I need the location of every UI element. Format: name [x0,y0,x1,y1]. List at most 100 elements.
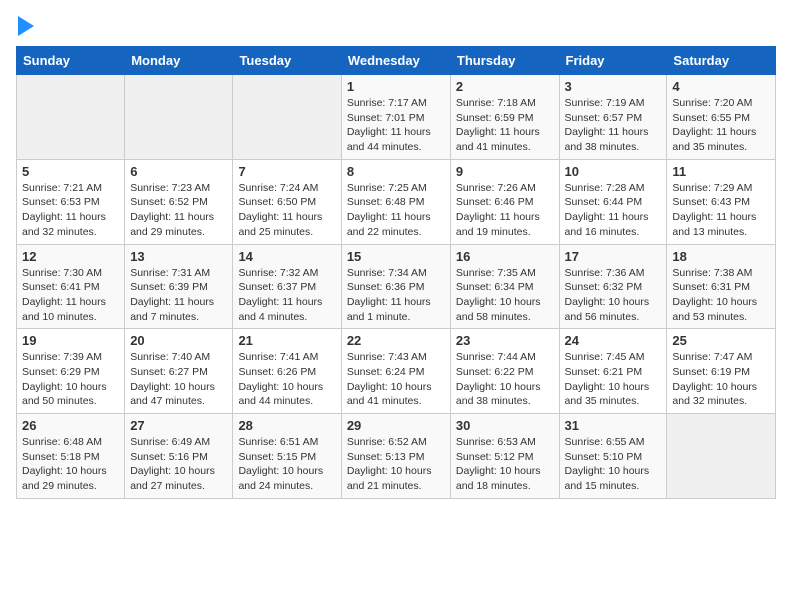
calendar-cell: 2Sunrise: 7:18 AM Sunset: 6:59 PM Daylig… [450,75,559,160]
calendar-cell: 10 Sunrise: 7:28 AM Sunset: 6:44 PM Dayli… [559,159,667,244]
day-info: Sunrise: 7:23 AM Sunset: 6:52 PM Dayligh… [130,181,227,240]
day-number: 7 [238,164,335,179]
day-number: 22 [347,333,445,348]
calendar-cell: 24 Sunrise: 7:45 AM Sunset: 6:21 PM Dayli… [559,329,667,414]
day-number: 10 [565,164,662,179]
calendar-cell: 20 Sunrise: 7:40 AM Sunset: 6:27 PM Dayli… [125,329,233,414]
day-info: Sunrise: 7:35 AM Sunset: 6:34 PM Dayligh… [456,266,554,325]
calendar-cell [667,414,776,499]
calendar-cell: 26 Sunrise: 6:48 AM Sunset: 5:18 PM Dayli… [17,414,125,499]
day-number: 27 [130,418,227,433]
day-info: Sunrise: 7:28 AM Sunset: 6:44 PM Dayligh… [565,181,662,240]
day-info: Sunrise: 7:45 AM Sunset: 6:21 PM Dayligh… [565,350,662,409]
calendar-cell: 14 Sunrise: 7:32 AM Sunset: 6:37 PM Dayli… [233,244,341,329]
calendar-cell: 31 Sunrise: 6:55 AM Sunset: 5:10 PM Dayli… [559,414,667,499]
calendar-table: SundayMondayTuesdayWednesdayThursdayFrid… [16,46,776,499]
day-number: 12 [22,249,119,264]
calendar-cell: 29Sunrise: 6:52 AM Sunset: 5:13 PM Dayli… [341,414,450,499]
calendar-week-row: 12 Sunrise: 7:30 AM Sunset: 6:41 PM Dayli… [17,244,776,329]
day-number: 19 [22,333,119,348]
day-number: 8 [347,164,445,179]
day-info: Sunrise: 7:44 AM Sunset: 6:22 PM Dayligh… [456,350,554,409]
day-number: 11 [672,164,770,179]
day-info: Sunrise: 7:43 AM Sunset: 6:24 PM Dayligh… [347,350,445,409]
day-number: 5 [22,164,119,179]
column-header-thursday: Thursday [450,47,559,75]
column-header-wednesday: Wednesday [341,47,450,75]
calendar-week-row: 5Sunrise: 7:21 AM Sunset: 6:53 PM Daylig… [17,159,776,244]
day-info: Sunrise: 6:48 AM Sunset: 5:18 PM Dayligh… [22,435,119,494]
day-info: Sunrise: 7:40 AM Sunset: 6:27 PM Dayligh… [130,350,227,409]
day-info: Sunrise: 6:51 AM Sunset: 5:15 PM Dayligh… [238,435,335,494]
calendar-cell: 12 Sunrise: 7:30 AM Sunset: 6:41 PM Dayli… [17,244,125,329]
column-header-monday: Monday [125,47,233,75]
day-number: 20 [130,333,227,348]
calendar-cell: 5Sunrise: 7:21 AM Sunset: 6:53 PM Daylig… [17,159,125,244]
calendar-cell: 30 Sunrise: 6:53 AM Sunset: 5:12 PM Dayli… [450,414,559,499]
day-info: Sunrise: 7:19 AM Sunset: 6:57 PM Dayligh… [565,96,662,155]
day-number: 4 [672,79,770,94]
calendar-cell: 23 Sunrise: 7:44 AM Sunset: 6:22 PM Dayli… [450,329,559,414]
page-header [16,16,776,36]
calendar-cell: 16 Sunrise: 7:35 AM Sunset: 6:34 PM Dayli… [450,244,559,329]
day-info: Sunrise: 7:32 AM Sunset: 6:37 PM Dayligh… [238,266,335,325]
column-header-friday: Friday [559,47,667,75]
calendar-cell: 3 Sunrise: 7:19 AM Sunset: 6:57 PM Daylig… [559,75,667,160]
day-info: Sunrise: 7:39 AM Sunset: 6:29 PM Dayligh… [22,350,119,409]
calendar-cell: 1 Sunrise: 7:17 AM Sunset: 7:01 PM Daylig… [341,75,450,160]
day-number: 3 [565,79,662,94]
day-number: 2 [456,79,554,94]
day-info: Sunrise: 7:30 AM Sunset: 6:41 PM Dayligh… [22,266,119,325]
day-number: 1 [347,79,445,94]
day-info: Sunrise: 6:49 AM Sunset: 5:16 PM Dayligh… [130,435,227,494]
day-info: Sunrise: 6:55 AM Sunset: 5:10 PM Dayligh… [565,435,662,494]
day-info: Sunrise: 6:52 AM Sunset: 5:13 PM Dayligh… [347,435,445,494]
calendar-cell: 8Sunrise: 7:25 AM Sunset: 6:48 PM Daylig… [341,159,450,244]
calendar-week-row: 1 Sunrise: 7:17 AM Sunset: 7:01 PM Daylig… [17,75,776,160]
day-number: 23 [456,333,554,348]
day-number: 6 [130,164,227,179]
day-number: 17 [565,249,662,264]
day-number: 13 [130,249,227,264]
calendar-cell: 4 Sunrise: 7:20 AM Sunset: 6:55 PM Daylig… [667,75,776,160]
day-number: 14 [238,249,335,264]
calendar-cell: 18Sunrise: 7:38 AM Sunset: 6:31 PM Dayli… [667,244,776,329]
calendar-week-row: 26 Sunrise: 6:48 AM Sunset: 5:18 PM Dayli… [17,414,776,499]
day-info: Sunrise: 7:29 AM Sunset: 6:43 PM Dayligh… [672,181,770,240]
calendar-cell [17,75,125,160]
calendar-cell: 7 Sunrise: 7:24 AM Sunset: 6:50 PM Daylig… [233,159,341,244]
calendar-cell: 22 Sunrise: 7:43 AM Sunset: 6:24 PM Dayli… [341,329,450,414]
day-number: 25 [672,333,770,348]
day-info: Sunrise: 7:38 AM Sunset: 6:31 PM Dayligh… [672,266,770,325]
day-info: Sunrise: 7:31 AM Sunset: 6:39 PM Dayligh… [130,266,227,325]
day-info: Sunrise: 7:41 AM Sunset: 6:26 PM Dayligh… [238,350,335,409]
day-number: 26 [22,418,119,433]
day-info: Sunrise: 7:34 AM Sunset: 6:36 PM Dayligh… [347,266,445,325]
calendar-cell: 6 Sunrise: 7:23 AM Sunset: 6:52 PM Daylig… [125,159,233,244]
calendar-cell: 9Sunrise: 7:26 AM Sunset: 6:46 PM Daylig… [450,159,559,244]
column-header-saturday: Saturday [667,47,776,75]
day-info: Sunrise: 7:17 AM Sunset: 7:01 PM Dayligh… [347,96,445,155]
day-number: 16 [456,249,554,264]
day-number: 15 [347,249,445,264]
day-info: Sunrise: 7:26 AM Sunset: 6:46 PM Dayligh… [456,181,554,240]
day-number: 24 [565,333,662,348]
day-info: Sunrise: 6:53 AM Sunset: 5:12 PM Dayligh… [456,435,554,494]
calendar-cell: 25 Sunrise: 7:47 AM Sunset: 6:19 PM Dayli… [667,329,776,414]
day-info: Sunrise: 7:36 AM Sunset: 6:32 PM Dayligh… [565,266,662,325]
day-info: Sunrise: 7:24 AM Sunset: 6:50 PM Dayligh… [238,181,335,240]
calendar-cell: 28 Sunrise: 6:51 AM Sunset: 5:15 PM Dayli… [233,414,341,499]
day-number: 30 [456,418,554,433]
day-number: 31 [565,418,662,433]
calendar-cell: 13 Sunrise: 7:31 AM Sunset: 6:39 PM Dayli… [125,244,233,329]
calendar-cell: 15 Sunrise: 7:34 AM Sunset: 6:36 PM Dayli… [341,244,450,329]
calendar-cell: 27 Sunrise: 6:49 AM Sunset: 5:16 PM Dayli… [125,414,233,499]
calendar-cell: 17 Sunrise: 7:36 AM Sunset: 6:32 PM Dayli… [559,244,667,329]
calendar-cell [233,75,341,160]
calendar-cell [125,75,233,160]
calendar-week-row: 19 Sunrise: 7:39 AM Sunset: 6:29 PM Dayli… [17,329,776,414]
day-number: 28 [238,418,335,433]
calendar-cell: 21Sunrise: 7:41 AM Sunset: 6:26 PM Dayli… [233,329,341,414]
day-info: Sunrise: 7:47 AM Sunset: 6:19 PM Dayligh… [672,350,770,409]
day-info: Sunrise: 7:20 AM Sunset: 6:55 PM Dayligh… [672,96,770,155]
